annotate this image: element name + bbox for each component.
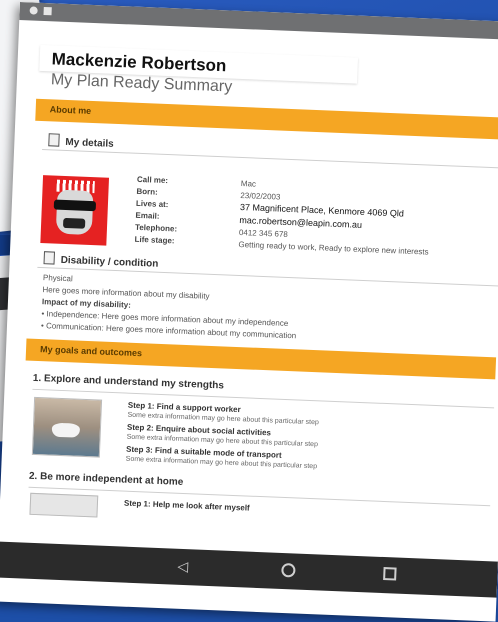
- goal-2-title: 2. Be more independent at home: [28, 470, 184, 488]
- email-label: Email:: [135, 210, 160, 221]
- section-goals[interactable]: My goals and outcomes: [25, 338, 497, 380]
- telephone-value: 0412 345 678: [238, 227, 289, 239]
- home-circle-icon[interactable]: [281, 562, 296, 578]
- tablet-screen: Mackenzie Robertson My Plan Ready Summar…: [0, 2, 498, 622]
- born-value: 23/02/2003: [240, 191, 281, 202]
- status-dot-icon: [29, 6, 38, 15]
- avatar-glasses: [53, 199, 97, 212]
- impact-label: Impact of my disability:: [41, 297, 132, 310]
- my-details-heading: My details: [48, 133, 114, 150]
- goal-1-step-3-note: Some extra information may go here about…: [125, 455, 318, 471]
- born-label: Born:: [136, 186, 158, 197]
- android-nav-bar: ◁: [0, 541, 498, 598]
- avatar: [40, 175, 110, 246]
- id-card-icon: [48, 133, 60, 147]
- telephone-label: Telephone:: [134, 222, 178, 234]
- lives-at-label: Lives at:: [135, 198, 169, 210]
- call-me-label: Call me:: [136, 174, 169, 186]
- section-about-me-label: About me: [49, 104, 92, 116]
- info-card-icon: [43, 251, 56, 265]
- back-triangle-icon[interactable]: ◁: [177, 558, 188, 574]
- goal-2-step-1: Step 1: Help me look after myself: [123, 498, 250, 513]
- divider: [42, 149, 498, 169]
- status-square-icon: [43, 6, 52, 16]
- disability-type: Physical: [42, 273, 73, 284]
- goal-1-image: [31, 396, 103, 458]
- life-stage-label: Life stage:: [134, 234, 175, 246]
- recent-square-icon[interactable]: [383, 567, 397, 581]
- section-goals-label: My goals and outcomes: [39, 344, 143, 359]
- goal-2-image: [29, 492, 99, 518]
- my-details-label: My details: [65, 136, 114, 150]
- goal-1-title: 1. Explore and understand my strengths: [32, 372, 225, 392]
- avatar-mouth: [62, 217, 86, 229]
- call-me-value: Mac: [240, 179, 257, 189]
- divider: [37, 266, 498, 287]
- life-stage-value: Getting ready to work, Ready to explore …: [238, 239, 429, 257]
- section-about-me[interactable]: About me: [35, 98, 498, 140]
